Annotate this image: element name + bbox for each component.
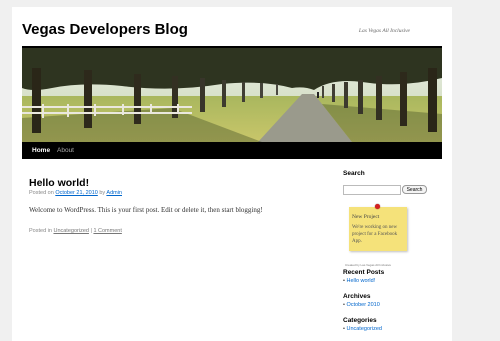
recent-posts-title: Recent Posts	[343, 269, 385, 276]
pushpin-icon	[375, 204, 380, 209]
post-date-link[interactable]: October 21, 2010	[55, 190, 98, 196]
note-body: We're working on new project for a Faceb…	[352, 225, 398, 244]
post-meta-by: by	[99, 190, 106, 196]
post-author-link[interactable]: Admin	[106, 190, 122, 196]
categories-title: Categories	[343, 317, 377, 324]
recent-post-link[interactable]: Hello world!	[343, 278, 375, 284]
site-title[interactable]: Vegas Developers Blog	[22, 21, 188, 38]
post-meta: Posted on October 21, 2010 by Admin	[29, 190, 122, 196]
page-wrapper: Vegas Developers Blog Las Vegas All Incl…	[12, 7, 452, 341]
archives-title: Archives	[343, 293, 371, 300]
nav-item-home[interactable]: Home	[32, 142, 50, 159]
header-banner-image	[22, 48, 442, 142]
post-footer-separator: |	[90, 228, 92, 234]
archive-link[interactable]: October 2010	[343, 302, 379, 308]
note-credit: Created by Las Vegas All Inclusive	[345, 263, 392, 267]
note-title: New Project	[352, 214, 380, 220]
site-description: Las Vegas All Inclusive	[358, 28, 410, 34]
post-meta-posted-on: Posted on	[29, 190, 54, 196]
search-button[interactable]: Search	[402, 185, 427, 194]
post-content: Welcome to WordPress. This is your first…	[29, 206, 263, 214]
search-input[interactable]	[343, 185, 401, 195]
post-comments-link[interactable]: 1 Comment	[93, 228, 121, 234]
post-title[interactable]: Hello world!	[29, 177, 89, 189]
sticky-note-widget: New Project We're working on new project…	[349, 204, 407, 251]
post-footer: Posted in Uncategorized | 1 Comment	[29, 228, 122, 234]
category-link[interactable]: Uncategorized	[343, 326, 381, 332]
post-category-link[interactable]: Uncategorized	[53, 228, 88, 234]
search-widget-title: Search	[343, 170, 365, 177]
post-posted-in: Posted in	[29, 228, 52, 234]
main-navigation: Home About	[22, 142, 442, 159]
nav-item-about[interactable]: About	[57, 142, 74, 159]
